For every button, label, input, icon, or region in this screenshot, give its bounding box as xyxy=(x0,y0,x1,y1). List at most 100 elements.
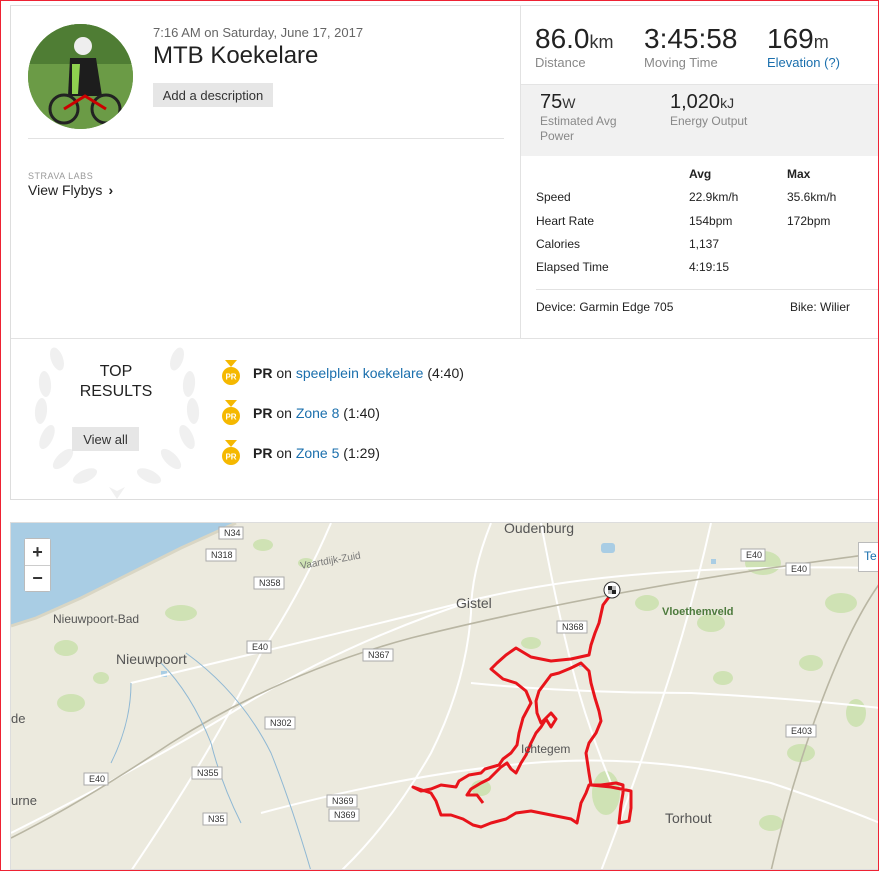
segment-link[interactable]: Zone 5 xyxy=(296,445,340,461)
elevation-unit: m xyxy=(813,32,829,52)
table-row: Elapsed Time 4:19:15 xyxy=(536,260,876,276)
pr-medal-icon: PR xyxy=(222,360,240,385)
top-results-line1: TOP xyxy=(99,363,133,380)
svg-text:PR: PR xyxy=(225,413,236,422)
row-avg: 4:19:15 xyxy=(689,260,730,274)
avatar-photo xyxy=(28,24,133,129)
label-gistel: Gistel xyxy=(456,595,492,611)
shield-e40d: E40 xyxy=(89,774,105,784)
pr-badge: PR xyxy=(253,365,273,381)
moving-time-label: Moving Time xyxy=(644,55,718,70)
row-label: Speed xyxy=(536,190,571,204)
view-all-button[interactable]: View all xyxy=(72,427,139,451)
svg-text:PR: PR xyxy=(225,453,236,462)
distance-unit: km xyxy=(589,32,614,52)
activity-datetime: 7:16 AM on Saturday, June 17, 2017 xyxy=(153,25,364,40)
row-max: 35.6km/h xyxy=(787,190,837,204)
view-flybys-link[interactable]: View Flybys › xyxy=(28,182,113,198)
row-label: Heart Rate xyxy=(536,214,595,228)
power-unit: W xyxy=(562,95,576,111)
bike-info: Bike: Wilier xyxy=(790,300,851,314)
table-row: Calories 1,137 xyxy=(536,237,876,253)
view-flybys-label: View Flybys xyxy=(28,182,103,198)
row-avg: 1,137 xyxy=(689,237,720,251)
waterways xyxy=(110,652,311,869)
row-label: Elapsed Time xyxy=(536,260,609,274)
label-urne: urne xyxy=(11,793,37,808)
shield-n35: N35 xyxy=(208,814,225,824)
shield-n367: N367 xyxy=(368,650,390,660)
stat-energy: 1,020kJ Energy Output xyxy=(670,91,747,129)
chevron-right-icon: › xyxy=(108,182,114,198)
pr-medal-icon: PR xyxy=(222,440,240,465)
distance-value: 86.0 xyxy=(535,23,590,54)
col-avg-header: Avg xyxy=(689,167,712,181)
pr-on: on xyxy=(276,405,292,421)
top-results-line2: RESULTS xyxy=(79,383,153,400)
shield-e40c: E40 xyxy=(791,564,807,574)
highways xyxy=(11,552,878,869)
finish-flag-icon xyxy=(603,581,621,599)
add-description-button[interactable]: Add a description xyxy=(153,83,273,107)
segment-link[interactable]: speelplein koekelare xyxy=(296,365,424,381)
pr-on: on xyxy=(276,445,292,461)
divider xyxy=(28,138,504,139)
shield-n318: N318 xyxy=(211,550,233,560)
stat-distance: 86.0km Distance xyxy=(535,23,614,70)
label-de: de xyxy=(11,711,25,726)
shield-n302: N302 xyxy=(270,718,292,728)
device-info: Device: Garmin Edge 705 xyxy=(536,300,674,314)
moving-time-value: 3:45:58 xyxy=(644,23,738,54)
roads xyxy=(11,523,878,869)
table-row: Speed 22.9km/h 35.6km/h xyxy=(536,190,876,206)
zoom-out-button[interactable]: − xyxy=(25,565,50,591)
pr-on: on xyxy=(276,365,292,381)
green-areas xyxy=(54,539,866,831)
shield-n355: N355 xyxy=(197,768,219,778)
shield-n369b: N369 xyxy=(334,810,356,820)
shield-e403: E403 xyxy=(791,726,812,736)
row-max: 172bpm xyxy=(787,214,831,228)
label-vaartdijk: Vaartdijk-Zuid xyxy=(300,551,362,572)
segment-time: (1:29) xyxy=(343,445,380,461)
col-max-header: Max xyxy=(787,167,811,181)
segment-time: (4:40) xyxy=(427,365,464,381)
route-map[interactable]: Oudenburg Gistel Vloethemveld Nieuwpoort… xyxy=(10,522,879,870)
map-terrain-tab[interactable]: Te xyxy=(858,542,878,572)
energy-value: 1,020 xyxy=(670,91,721,113)
shield-e40b: E40 xyxy=(746,550,762,560)
energy-unit: kJ xyxy=(720,95,735,111)
shield-n369a: N369 xyxy=(332,796,354,806)
label-nieuwpoort: Nieuwpoort xyxy=(116,651,187,667)
activity-card: 7:16 AM on Saturday, June 17, 2017 MTB K… xyxy=(10,5,879,500)
label-nieuwpoort-bad: Nieuwpoort-Bad xyxy=(53,612,139,626)
zoom-in-button[interactable]: + xyxy=(25,539,50,565)
strava-labs-label: STRAVA LABS xyxy=(28,171,94,181)
pr-badge: PR xyxy=(253,445,273,461)
map-canvas: Oudenburg Gistel Vloethemveld Nieuwpoort… xyxy=(11,523,878,869)
top-results-title: TOP RESULTS xyxy=(61,362,171,402)
row-label: Calories xyxy=(536,237,581,251)
energy-label: Energy Output xyxy=(670,114,748,128)
row-avg: 22.9km/h xyxy=(689,190,739,204)
stats-panel: 86.0km Distance 3:45:58 Moving Time 169m… xyxy=(520,6,879,338)
shield-n358: N358 xyxy=(259,578,281,588)
athlete-avatar[interactable] xyxy=(28,24,133,129)
road-shields: N34 N318 N358 E40 E40 E40 E40 N368 N367 … xyxy=(83,526,817,826)
activity-title: MTB Koekelare xyxy=(153,42,319,69)
power-value: 75 xyxy=(540,91,563,113)
elevation-help-link[interactable]: Elevation (?) xyxy=(767,55,840,70)
power-label-1: Estimated Avg xyxy=(540,114,617,128)
label-torhout: Torhout xyxy=(665,810,712,826)
stat-power: 75W Estimated Avg Power xyxy=(540,91,617,144)
divider xyxy=(536,289,879,290)
label-oudenburg: Oudenburg xyxy=(504,523,574,536)
segment-link[interactable]: Zone 8 xyxy=(296,405,340,421)
shield-n368: N368 xyxy=(562,622,584,632)
shield-n34: N34 xyxy=(224,528,241,538)
shield-e40a: E40 xyxy=(252,642,268,652)
label-ichtegem: Ichtegem xyxy=(521,742,570,756)
elevation-value: 169 xyxy=(767,23,814,54)
power-label-2: Power xyxy=(540,129,575,143)
stat-moving-time: 3:45:58 Moving Time xyxy=(644,23,737,70)
